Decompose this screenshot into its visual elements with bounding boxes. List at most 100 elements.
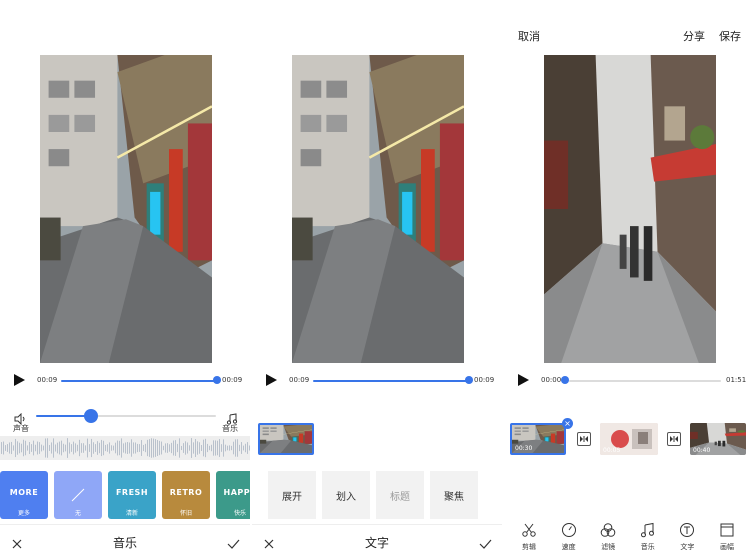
waveform-bar (229, 445, 230, 451)
waveform-bar (139, 444, 140, 452)
timeline-clip[interactable]: 00:30 (510, 423, 566, 455)
text-style-expand[interactable]: 展开 (268, 471, 316, 519)
waveform-bar (131, 439, 132, 457)
waveform-bar (99, 442, 100, 454)
waveform-bar (181, 445, 182, 451)
text-style-list: 展开 划入 标题 聚焦 (268, 471, 478, 519)
tool-aspect[interactable]: 画幅 (712, 522, 742, 552)
waveform-bar (209, 445, 210, 451)
waveform-bar (191, 438, 192, 458)
waveform-bar (67, 438, 68, 458)
text-panel: 00:09 00:09 展开 划入 标题 聚焦 文字 (252, 0, 502, 560)
waveform-bar (43, 445, 44, 451)
waveform-bar (201, 444, 202, 452)
waveform-bar (101, 439, 102, 457)
progress-track[interactable] (569, 380, 721, 382)
total-time: 00:09 (222, 376, 243, 384)
tool-music[interactable]: 音乐 (633, 522, 663, 552)
waveform-bar (31, 444, 32, 452)
waveform-bar (231, 445, 232, 451)
tool-filter[interactable]: 滤镜 (593, 522, 623, 552)
total-time: 00:09 (474, 376, 495, 384)
waveform-bar (13, 445, 14, 451)
confirm-check-icon[interactable] (226, 536, 240, 550)
waveform-bar (141, 440, 142, 456)
volume-slider-track[interactable] (92, 415, 216, 417)
waveform-bar (37, 441, 38, 455)
transition-icon[interactable] (577, 432, 591, 446)
close-icon[interactable] (10, 536, 24, 550)
video-preview[interactable] (292, 55, 464, 363)
waveform-bar (57, 442, 58, 454)
remove-clip-icon[interactable]: × (562, 418, 573, 429)
tool-text[interactable]: 文字 (672, 522, 702, 552)
waveform-bar (17, 441, 18, 455)
progress-track[interactable] (313, 380, 469, 382)
waveform-bar (197, 441, 198, 455)
waveform-bar (187, 442, 188, 454)
progress-thumb[interactable] (465, 376, 473, 384)
play-icon[interactable] (516, 373, 530, 387)
save-button[interactable]: 保存 (719, 28, 741, 44)
waveform-bar (241, 442, 242, 454)
transition-icon[interactable] (667, 432, 681, 446)
waveform-bar (1, 442, 2, 454)
filter-retro[interactable]: RETRO 怀旧 (162, 471, 210, 519)
filter-none[interactable]: 无 (54, 471, 102, 519)
clip-thumbnail[interactable] (258, 423, 314, 455)
video-preview[interactable] (40, 55, 212, 363)
close-icon[interactable] (262, 536, 276, 550)
waveform-bar (109, 442, 110, 454)
play-icon[interactable] (12, 373, 26, 387)
waveform-bar (159, 440, 160, 456)
waveform-bar (59, 441, 60, 455)
waveform-bar (45, 438, 46, 458)
waveform-bar (247, 442, 248, 454)
waveform-bar (227, 445, 228, 451)
video-preview[interactable] (544, 55, 716, 363)
waveform-bar (91, 438, 92, 458)
waveform-bar (167, 443, 168, 453)
text-style-focus[interactable]: 聚焦 (430, 471, 478, 519)
waveform-bar (189, 445, 190, 451)
waveform-bar (199, 442, 200, 454)
waveform-bar (183, 443, 184, 453)
tool-cut[interactable]: 剪辑 (514, 522, 544, 552)
text-style-title[interactable]: 标题 (376, 471, 424, 519)
progress-thumb[interactable] (213, 376, 221, 384)
waveform-bar (103, 440, 104, 456)
waveform-bar (41, 444, 42, 452)
waveform-bar (39, 442, 40, 454)
waveform-bar (135, 442, 136, 454)
progress-track[interactable] (61, 380, 217, 382)
play-icon[interactable] (264, 373, 278, 387)
filter-fresh[interactable]: FRESH 清新 (108, 471, 156, 519)
waveform-bar (97, 441, 98, 455)
timeline-clip[interactable]: 00:05 (600, 423, 658, 455)
panel-title: 音乐 (112, 536, 137, 550)
waveform-bar (33, 440, 34, 456)
waveform-bar (133, 442, 134, 454)
waveform-bar (211, 444, 212, 452)
tool-speed[interactable]: 速度 (554, 522, 584, 552)
waveform-bar (237, 439, 238, 457)
filter-happy[interactable]: HAPPY 快乐 (216, 471, 250, 519)
waveform-bar (87, 438, 88, 458)
text-style-slide-in[interactable]: 划入 (322, 471, 370, 519)
music-bottom-bar: 音乐 (0, 524, 250, 560)
filter-more[interactable]: MORE 更多 (0, 471, 48, 519)
confirm-check-icon[interactable] (478, 536, 492, 550)
waveform-bar (213, 440, 214, 456)
waveform-bar (143, 444, 144, 452)
progress-thumb[interactable] (561, 376, 569, 384)
waveform-bar (79, 439, 80, 457)
waveform-bar (169, 444, 170, 452)
waveform-bar (127, 442, 128, 454)
audio-waveform[interactable] (0, 436, 250, 460)
volume-slider-thumb[interactable] (84, 409, 98, 423)
waveform-bar (193, 442, 194, 454)
share-button[interactable]: 分享 (683, 28, 705, 44)
cancel-button[interactable]: 取消 (518, 28, 540, 44)
waveform-bar (171, 442, 172, 454)
timeline-clip[interactable]: 00:40 (690, 423, 746, 455)
